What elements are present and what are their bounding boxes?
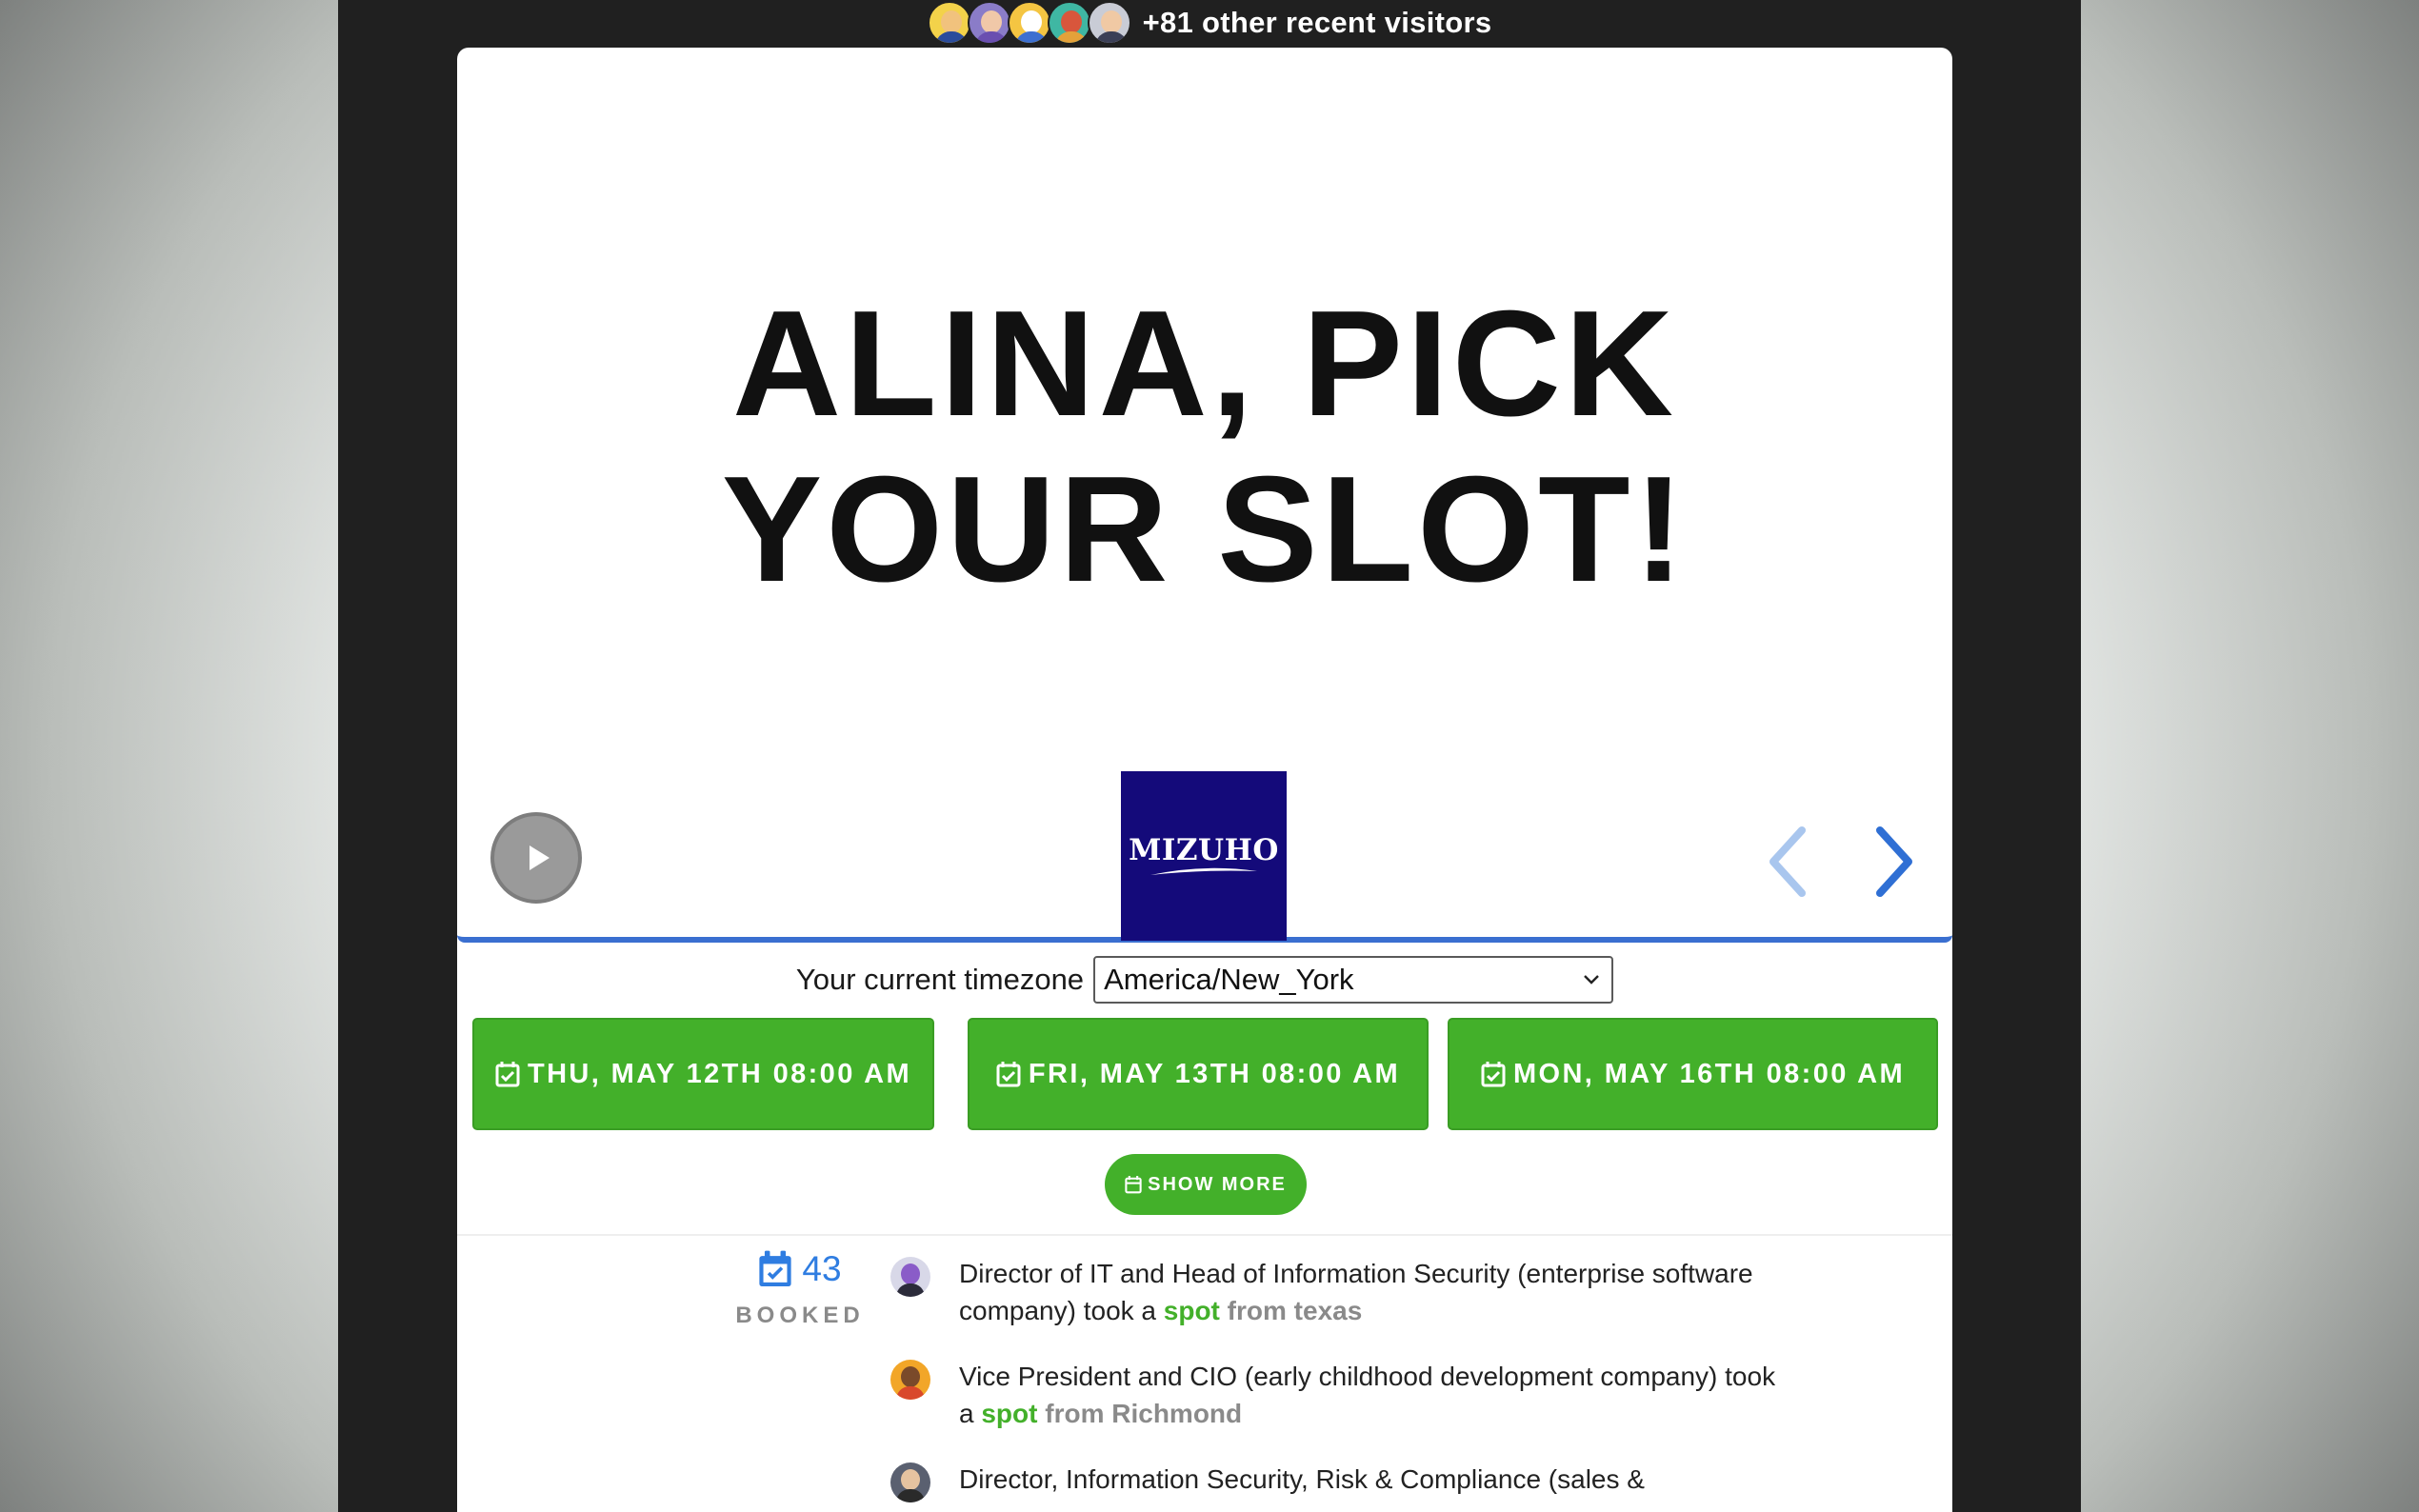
chevron-down-icon (1584, 975, 1599, 985)
timezone-row: Your current timezone America/New_York (457, 955, 1952, 1005)
slot-label: FRI, MAY 13TH 08:00 AM (1028, 1058, 1401, 1089)
chevron-right-icon[interactable] (1865, 821, 1922, 903)
activity-text: Director of IT and Head of Information S… (959, 1259, 1753, 1325)
timezone-label: Your current timezone (795, 963, 1085, 996)
slot-label: MON, MAY 16TH 08:00 AM (1512, 1058, 1906, 1089)
play-icon (529, 846, 550, 870)
calendar-check-icon (1481, 1062, 1506, 1087)
slot-button-1[interactable]: THU, MAY 12TH 08:00 AM (472, 1018, 934, 1130)
booked-count: 43 (802, 1249, 842, 1288)
recent-visitors-text: +81 other recent visitors (1142, 6, 1492, 39)
show-more-label: SHOW MORE (1148, 1173, 1287, 1195)
hero-banner: ALINA, PICK YOUR SLOT! MIZUHO (457, 48, 1952, 943)
booking-card: ALINA, PICK YOUR SLOT! MIZUHO Your curre… (457, 48, 1952, 1512)
calendar-icon (1125, 1176, 1142, 1194)
avatar (967, 1, 1011, 45)
spot-link[interactable]: spot (981, 1399, 1037, 1428)
avatar (927, 1, 971, 45)
recent-visitors-bar: +81 other recent visitors (338, 0, 2081, 46)
timezone-select[interactable]: America/New_York (1093, 956, 1614, 1004)
page-title: ALINA, PICK YOUR SLOT! (457, 281, 1952, 612)
calendar-check-icon (495, 1062, 520, 1087)
visitor-avatars (927, 1, 1131, 45)
page-stage: +81 other recent visitors ALINA, PICK YO… (338, 0, 2081, 1512)
avatar (1047, 1, 1091, 45)
avatar (1007, 1, 1051, 45)
slot-label: THU, MAY 12TH 08:00 AM (527, 1058, 912, 1089)
company-logo: MIZUHO (1121, 771, 1287, 941)
avatar (890, 1257, 930, 1297)
timezone-value: America/New_York (1104, 963, 1354, 996)
activity-text: Director, Information Security, Risk & C… (959, 1464, 1645, 1494)
calendar-check-icon (996, 1062, 1021, 1087)
show-more-button[interactable]: SHOW MORE (1105, 1154, 1307, 1215)
chevron-left-icon[interactable] (1760, 821, 1817, 903)
avatar (890, 1462, 930, 1502)
logo-swoosh-icon (1150, 867, 1257, 875)
booked-label: BOOKED (735, 1303, 865, 1328)
slot-button-3[interactable]: MON, MAY 16TH 08:00 AM (1448, 1018, 1938, 1130)
avatar (1087, 1, 1131, 45)
spot-link[interactable]: spot (1164, 1296, 1220, 1325)
booked-stat: 43 (724, 1249, 876, 1289)
avatar (890, 1360, 930, 1400)
calendar-check-icon (759, 1250, 792, 1286)
activity-text: Vice President and CIO (early childhood … (959, 1362, 1776, 1428)
section-divider (457, 1234, 1952, 1236)
title-line-2: YOUR SLOT! (721, 446, 1689, 613)
slot-button-2[interactable]: FRI, MAY 13TH 08:00 AM (968, 1018, 1429, 1130)
title-line-1: ALINA, PICK (732, 280, 1677, 448)
logo-text: MIZUHO (1129, 833, 1279, 867)
play-button[interactable] (490, 812, 582, 904)
